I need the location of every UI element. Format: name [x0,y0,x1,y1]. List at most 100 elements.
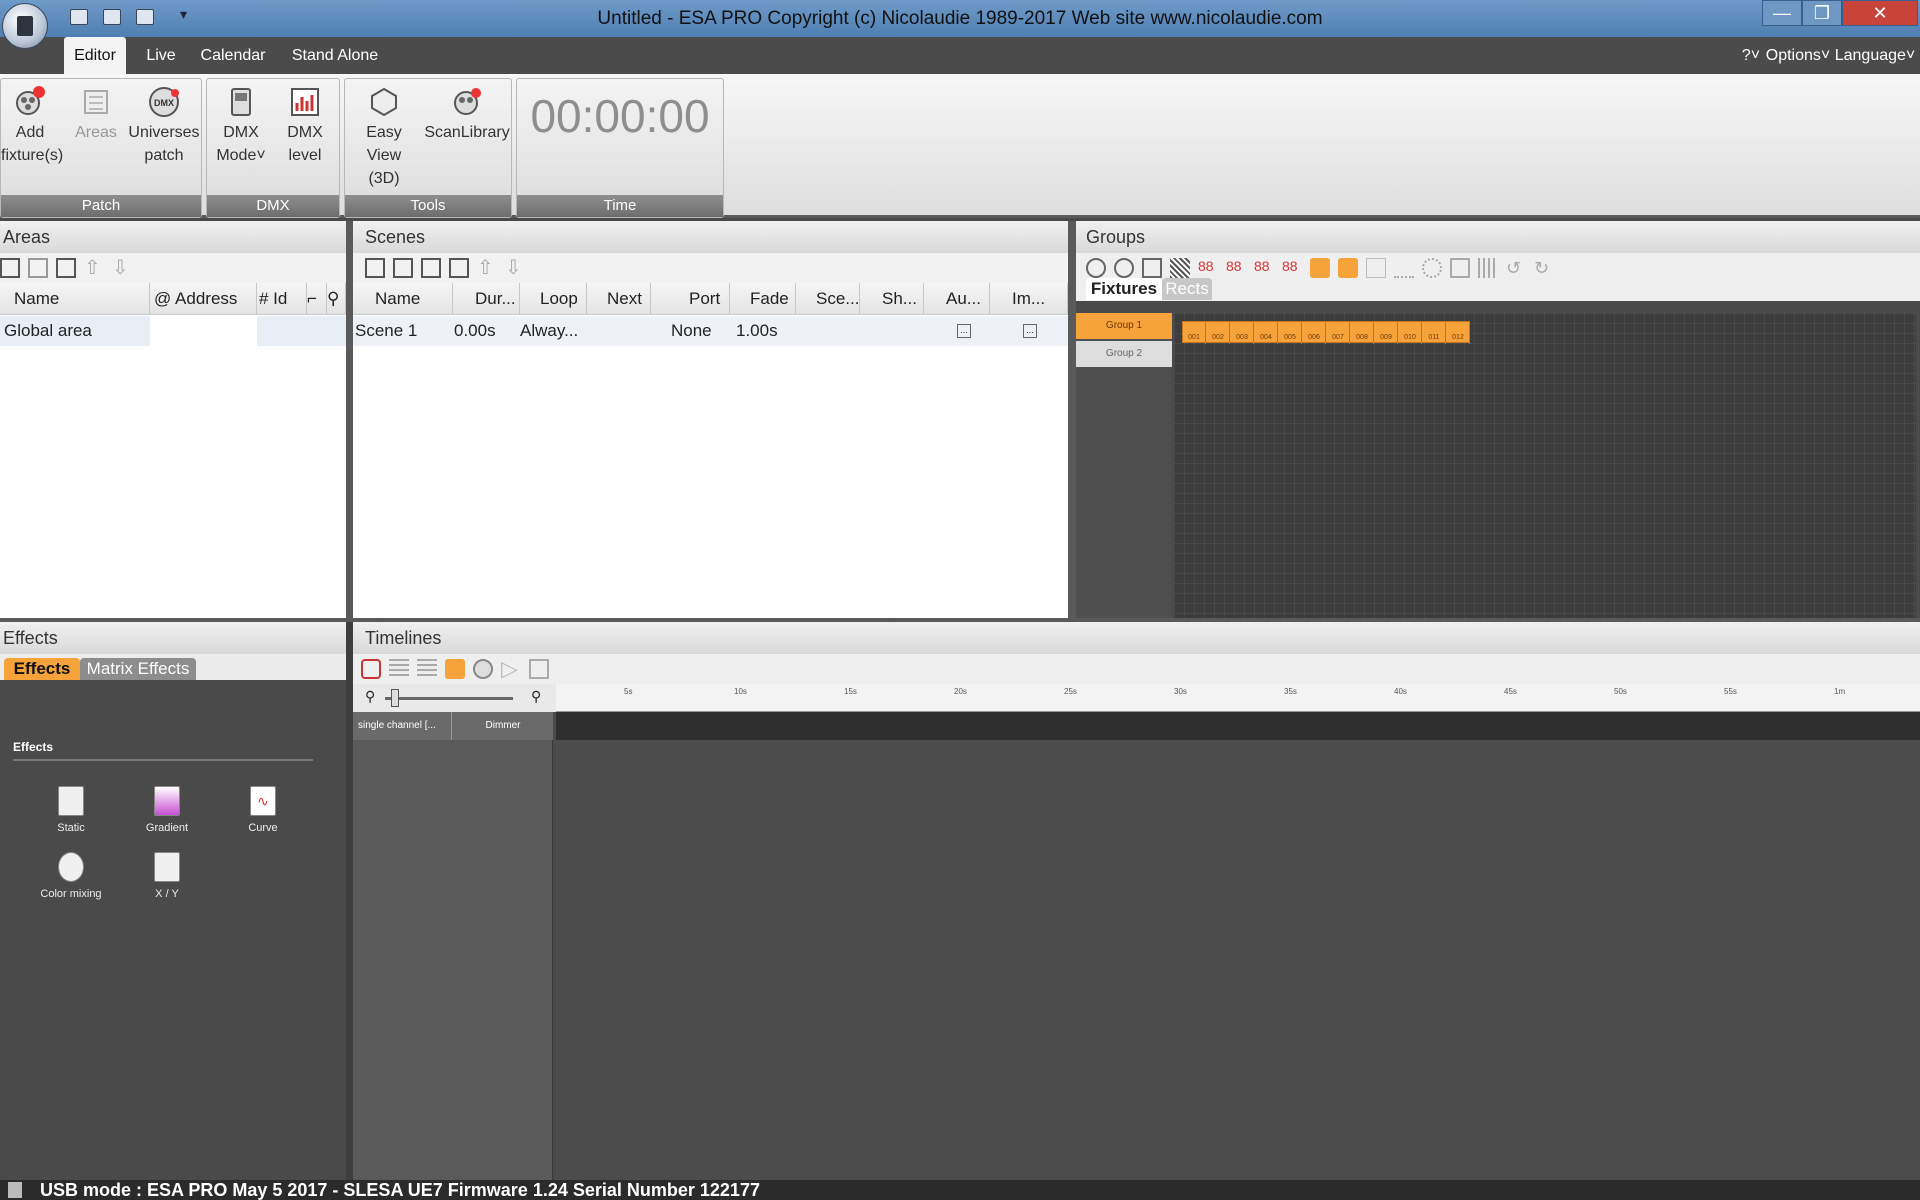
col-name[interactable]: Name [0,283,150,315]
quick-access-dropdown-icon[interactable]: ▾ [180,6,187,23]
tab-editor[interactable]: Editor [64,37,126,74]
application-menu-button[interactable] [2,3,48,49]
circle-group-icon[interactable]: 88 [1254,258,1274,278]
zoom-out-icon[interactable]: ⚲ [365,688,375,705]
tab-matrix-effects[interactable]: Matrix Effects [80,658,196,680]
move-down-icon[interactable]: ⇩ [112,258,132,278]
lock-icon[interactable] [1338,258,1358,278]
fixture-cell[interactable]: 010 [1399,322,1422,344]
language-menu[interactable]: Language˅ [1834,37,1916,74]
distribute-icon[interactable] [1394,258,1414,278]
track-single-channel[interactable]: single channel [... [353,712,452,740]
edit-group-icon[interactable] [1114,258,1134,278]
record-icon[interactable] [473,659,493,679]
col-id[interactable]: # Id [257,283,307,315]
add-scene-icon[interactable] [365,258,385,278]
col-scene-ref[interactable]: Sce... [796,283,860,315]
close-button[interactable]: ✕ [1842,0,1918,26]
tab-effects[interactable]: Effects [4,658,80,680]
col-curve-icon[interactable]: ⌐ [307,283,327,315]
scene-row[interactable]: Scene 1 0.00s Alway... None 1.00s ... ..… [353,316,1068,346]
tab-stand-alone[interactable]: Stand Alone [284,37,386,74]
group-item-2[interactable]: Group 2 [1076,341,1172,367]
settings-icon[interactable] [1422,258,1442,278]
matrix-icon[interactable] [1478,258,1498,278]
col-scene-name[interactable]: Name [353,283,453,315]
splitter[interactable] [346,221,353,618]
image-browse-button[interactable]: ... [1023,324,1037,338]
fixture-cell[interactable]: 004 [1255,322,1278,344]
tab-calendar[interactable]: Calendar [196,37,270,74]
col-port[interactable]: Port [651,283,730,315]
add-fixtures-button[interactable]: Add fixture(s) [1,79,63,167]
save-file-icon[interactable] [136,9,154,25]
area-address-cell[interactable] [150,316,257,346]
brush-icon[interactable] [1142,258,1162,278]
splitter[interactable] [1068,221,1076,618]
grid-select-icon[interactable] [1170,258,1190,278]
tab-fixtures[interactable]: Fixtures [1086,278,1162,300]
fixture-cell[interactable]: 008 [1351,322,1374,344]
areas-button[interactable]: Areas [71,79,121,144]
duplicate-scene-icon[interactable] [393,258,413,278]
redo-icon[interactable]: ↻ [1534,258,1554,278]
move-up-icon[interactable]: ⇧ [84,258,104,278]
circle-group-icon[interactable]: 88 [1226,258,1246,278]
tracks-settings-icon[interactable] [417,659,437,679]
help-menu[interactable]: ?˅ [1740,37,1762,74]
edit-area-icon[interactable] [56,258,76,278]
fixture-cell[interactable]: 003 [1231,322,1254,344]
col-address[interactable]: @ Address [150,283,257,315]
timeline-canvas[interactable] [556,740,1920,1180]
effect-color-mixing[interactable]: Color mixing [26,852,116,900]
edit-scene-icon[interactable] [449,258,469,278]
new-file-icon[interactable] [70,9,88,25]
zoom-in-icon[interactable]: ⚲ [531,688,541,705]
copy-area-icon[interactable] [28,258,48,278]
fixture-cell[interactable]: 012 [1447,322,1470,344]
col-loop[interactable]: Loop [520,283,587,315]
add-timeline-icon[interactable] [361,659,381,679]
universes-patch-button[interactable]: DMX Universes patch [127,79,201,167]
circle-group-icon[interactable]: 88 [1282,258,1302,278]
fixture-cell[interactable]: 005 [1279,322,1302,344]
group-item-1[interactable]: Group 1 [1076,313,1172,339]
options-menu[interactable]: Options˅ [1762,37,1834,74]
easy-view-3d-button[interactable]: Easy View (3D) [347,79,421,190]
tracks-icon[interactable] [389,659,409,679]
open-file-icon[interactable] [103,9,121,25]
time-ruler[interactable]: 5s 10s 15s 20s 25s 30s 35s 40s 45s 50s 55s 1m [556,684,1920,712]
zoom-slider-thumb[interactable] [391,689,399,707]
add-area-icon[interactable] [0,258,20,278]
record-mode-icon[interactable] [445,659,465,679]
col-show[interactable]: Sh... [860,283,924,315]
col-pin-icon[interactable]: ⚲ [327,283,346,315]
fixture-cell[interactable]: 007 [1327,322,1350,344]
effect-curve[interactable]: ∿ Curve [218,786,308,834]
area-row[interactable]: Global area [0,316,346,346]
tab-live[interactable]: Live [138,37,184,74]
effect-gradient[interactable]: Gradient [122,786,212,834]
col-next[interactable]: Next [587,283,651,315]
fixture-cell[interactable]: 002 [1207,322,1230,344]
restore-button[interactable]: ❐ [1802,0,1842,26]
splitter[interactable] [346,622,353,1180]
fixture-cell[interactable]: 009 [1375,322,1398,344]
col-audio[interactable]: Au... [924,283,990,315]
fixture-canvas[interactable]: 001 002 003 004 005 006 007 008 009 010 011 012 [1174,313,1916,618]
fixture-cell[interactable]: 001 [1183,322,1206,344]
frame-icon[interactable] [1450,258,1470,278]
tab-rects[interactable]: Rects [1162,278,1212,300]
fixture-cell[interactable]: 011 [1423,322,1446,344]
undo-icon[interactable]: ↺ [1506,258,1526,278]
play-icon[interactable]: ▷ [501,658,521,680]
move-up-icon[interactable]: ⇧ [477,258,497,278]
add-group-icon[interactable] [1086,258,1106,278]
track-lane[interactable] [556,712,1920,740]
scanlibrary-button[interactable]: ScanLibrary [423,79,511,144]
track-dimmer[interactable]: Dimmer [453,712,553,740]
col-fade[interactable]: Fade [730,283,796,315]
effect-static[interactable]: Static [26,786,116,834]
effect-xy[interactable]: X / Y [122,852,212,900]
circle-group-icon[interactable]: 88 [1198,258,1218,278]
